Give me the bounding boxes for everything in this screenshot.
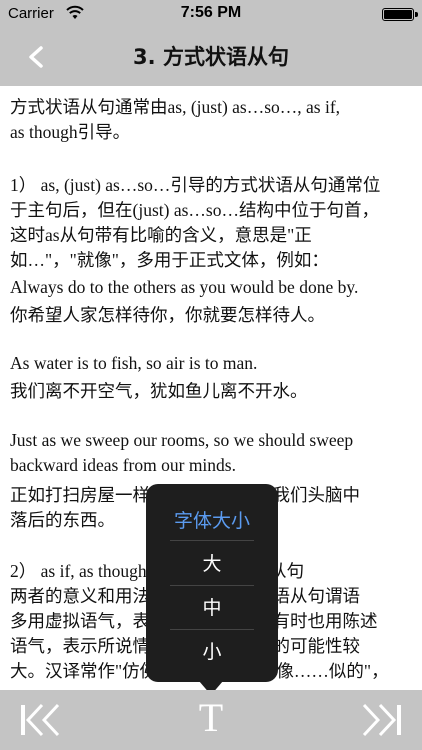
battery-icon (382, 8, 418, 21)
divider (170, 540, 254, 541)
popover-title: 字体大小 (173, 510, 250, 532)
text-line: Just as we sweep our rooms, so we should… (10, 430, 354, 450)
font-size-button[interactable]: T (196, 698, 226, 738)
text-line: 于主句后，但在(just) as…so…结构中位于句首， (10, 200, 379, 220)
text-line: 落后的东西。 (10, 510, 115, 530)
text-line: backward ideas from our minds. (10, 455, 236, 475)
page-title: 3. 方式状语从句 (133, 45, 289, 69)
bottom-toolbar: T (0, 690, 422, 750)
text-line: 你希望人家怎样待你，你就要怎样待人。 (10, 305, 325, 325)
text-line: 这时as从句带有比喻的含义，意思是"正 (10, 225, 312, 245)
font-size-popover: 字体大小 大 中 小 (146, 484, 278, 682)
text-line: 1） as, (just) as…so…引导的方式状语从句通常位 (10, 175, 381, 195)
skip-back-icon[interactable] (18, 702, 64, 738)
text-line: as though引导。 (10, 122, 131, 142)
font-size-small-option[interactable]: 小 (146, 630, 278, 674)
status-bar: Carrier 7:56 PM (0, 0, 422, 28)
font-size-large-option[interactable]: 大 (146, 542, 278, 586)
font-size-medium-option[interactable]: 中 (146, 586, 278, 630)
text-line: 我们离不开空气，犹如鱼儿离不开水。 (10, 381, 308, 401)
clock: 7:56 PM (180, 4, 242, 21)
text-line: 如…"，"就像"，多用于正式文体，例如： (10, 250, 329, 270)
text-line: As water is to fish, so air is to man. (10, 353, 258, 373)
text-line: Always do to the others as you would be … (10, 277, 359, 297)
skip-forward-icon[interactable] (358, 702, 404, 738)
text-line: 方式状语从句通常由as, (just) as…so…, as if, (10, 97, 341, 117)
navigation-bar: 3. 方式状语从句 (0, 28, 422, 86)
